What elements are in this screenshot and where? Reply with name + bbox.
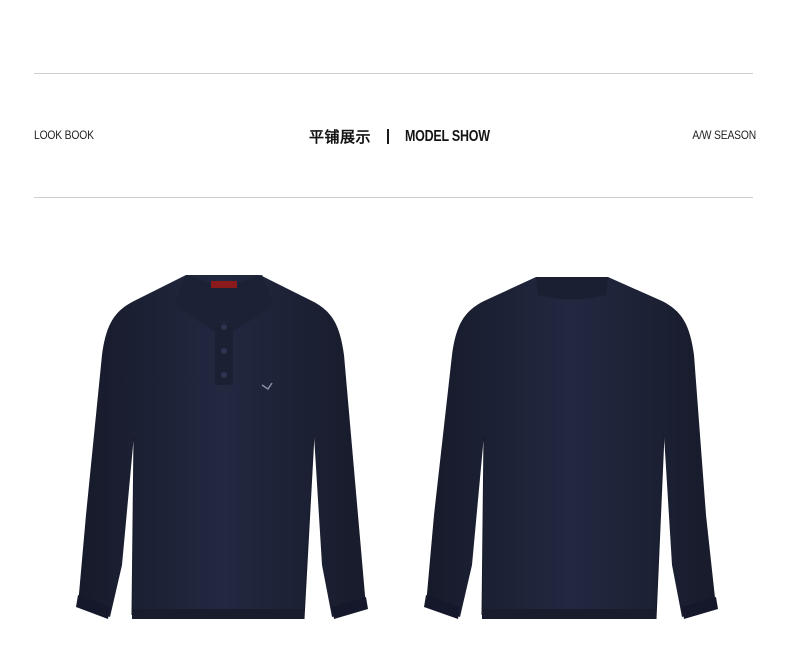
- season-label: A/W SEASON: [692, 128, 756, 142]
- top-divider-line: [34, 73, 753, 74]
- polo-shirt-back-image: [424, 265, 724, 627]
- title-separator: [387, 129, 390, 144]
- polo-shirt-front-image: [74, 265, 374, 627]
- look-book-label: LOOK BOOK: [34, 128, 94, 142]
- section-title-en: MODEL SHOW: [405, 127, 490, 145]
- section-title: 平铺展示 MODEL SHOW: [309, 126, 514, 147]
- section-title-cn: 平铺展示: [309, 128, 372, 146]
- bottom-divider-line: [34, 197, 753, 198]
